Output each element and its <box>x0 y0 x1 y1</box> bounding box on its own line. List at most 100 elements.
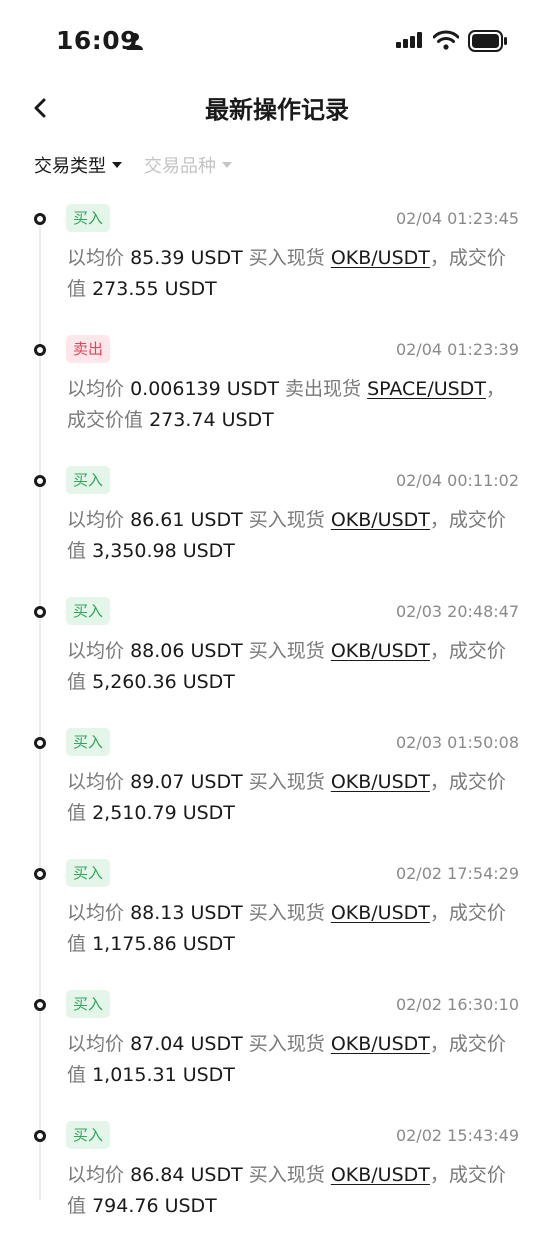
text-separator: ， <box>485 378 505 400</box>
list-item: 买入 02/02 15:43:49 以均价 86.84 USDT 买入现货 OK… <box>0 1117 554 1248</box>
text-prefix: 以均价 <box>67 378 125 400</box>
timeline-dot <box>34 606 46 618</box>
text-action: 买入现货 <box>248 1164 325 1186</box>
list-item: 卖出 02/04 01:23:39 以均价 0.006139 USDT 卖出现货… <box>0 331 554 462</box>
timestamp: 02/02 15:43:49 <box>395 1126 519 1145</box>
timeline-dot <box>34 999 46 1011</box>
timeline-dot <box>34 344 46 356</box>
list-item: 买入 02/02 16:30:10 以均价 87.04 USDT 买入现货 OK… <box>0 986 554 1117</box>
entry-description: 以均价 88.13 USDT 买入现货 OKB/USDT，成交价值 1,175.… <box>67 898 519 960</box>
type-badge: 卖出 <box>66 335 111 363</box>
signal-icon <box>396 32 424 52</box>
text-action: 买入现货 <box>248 509 325 531</box>
status-bar: 16:09 <box>0 0 554 84</box>
trade-value: 1,015.31 USDT <box>92 1064 235 1086</box>
pair-link[interactable]: OKB/USDT <box>331 1033 430 1055</box>
pair-link[interactable]: OKB/USDT <box>331 771 430 793</box>
avg-price: 0.006139 USDT <box>130 378 279 400</box>
text-action: 买入现货 <box>248 640 325 662</box>
entry-description: 以均价 87.04 USDT 买入现货 OKB/USDT，成交价值 1,015.… <box>67 1029 519 1091</box>
timeline-dot <box>34 213 46 225</box>
text-prefix: 以均价 <box>67 1164 125 1186</box>
text-separator: ， <box>429 902 449 924</box>
trade-value: 2,510.79 USDT <box>92 802 235 824</box>
filter-label: 交易品种 <box>144 156 216 177</box>
text-prefix: 以均价 <box>67 1033 125 1055</box>
text-prefix: 以均价 <box>67 902 125 924</box>
timeline-dot <box>34 868 46 880</box>
type-badge: 买入 <box>66 597 111 625</box>
pair-link[interactable]: OKB/USDT <box>331 509 430 531</box>
type-badge: 买入 <box>66 990 111 1018</box>
type-badge: 买入 <box>66 204 111 232</box>
trade-value: 273.74 USDT <box>149 409 274 431</box>
trade-value: 5,260.36 USDT <box>92 671 235 693</box>
text-separator: ， <box>429 509 449 531</box>
timestamp: 02/04 00:11:02 <box>395 471 519 490</box>
trade-value: 273.55 USDT <box>92 278 217 300</box>
entry-description: 以均价 86.84 USDT 买入现货 OKB/USDT，成交价值 794.76… <box>67 1160 519 1222</box>
pair-link[interactable]: SPACE/USDT <box>367 378 486 400</box>
caret-down-icon <box>112 162 122 168</box>
filter-instrument[interactable]: 交易品种 <box>144 152 232 178</box>
trade-value: 3,350.98 USDT <box>92 540 235 562</box>
text-prefix: 以均价 <box>67 640 125 662</box>
pair-link[interactable]: OKB/USDT <box>331 902 430 924</box>
list-item: 买入 02/03 20:48:47 以均价 88.06 USDT 买入现货 OK… <box>0 593 554 724</box>
entry-description: 以均价 89.07 USDT 买入现货 OKB/USDT，成交价值 2,510.… <box>67 767 519 829</box>
entry-description: 以均价 88.06 USDT 买入现货 OKB/USDT，成交价值 5,260.… <box>67 636 519 698</box>
avg-price: 88.06 USDT <box>130 640 243 662</box>
avg-price: 86.84 USDT <box>130 1164 243 1186</box>
list-item: 买入 02/02 17:54:29 以均价 88.13 USDT 买入现货 OK… <box>0 855 554 986</box>
page-title: 最新操作记录 <box>205 96 349 124</box>
text-action: 买入现货 <box>248 1033 325 1055</box>
avg-price: 88.13 USDT <box>130 902 243 924</box>
operation-list: 买入 02/04 01:23:45 以均价 85.39 USDT 买入现货 OK… <box>0 200 554 1248</box>
nav-bar: 最新操作记录 <box>0 84 554 130</box>
text-mid: 成交价值 <box>67 409 144 431</box>
avg-price: 89.07 USDT <box>130 771 243 793</box>
pair-link[interactable]: OKB/USDT <box>331 247 430 269</box>
type-badge: 买入 <box>66 1121 111 1149</box>
text-separator: ， <box>429 247 449 269</box>
text-action: 买入现货 <box>248 902 325 924</box>
pair-link[interactable]: OKB/USDT <box>331 640 430 662</box>
battery-icon <box>468 30 508 56</box>
timeline-dot <box>34 737 46 749</box>
entry-description: 以均价 0.006139 USDT 卖出现货 SPACE/USDT， 成交价值 2… <box>67 374 519 436</box>
text-prefix: 以均价 <box>67 247 125 269</box>
text-action: 买入现货 <box>248 247 325 269</box>
timestamp: 02/02 17:54:29 <box>395 864 519 883</box>
list-item: 买入 02/03 01:50:08 以均价 89.07 USDT 买入现货 OK… <box>0 724 554 855</box>
text-prefix: 以均价 <box>67 509 125 531</box>
timestamp: 02/02 16:30:10 <box>395 995 519 1014</box>
trade-value: 794.76 USDT <box>92 1195 217 1217</box>
timeline-dot <box>34 1130 46 1142</box>
avg-price: 87.04 USDT <box>130 1033 243 1055</box>
filter-bar: 交易类型 交易品种 <box>34 150 254 180</box>
avg-price: 86.61 USDT <box>130 509 243 531</box>
list-item: 买入 02/04 01:23:45 以均价 85.39 USDT 买入现货 OK… <box>0 200 554 331</box>
timestamp: 02/04 01:23:39 <box>395 340 519 359</box>
timeline-dot <box>34 475 46 487</box>
pair-link[interactable]: OKB/USDT <box>331 1164 430 1186</box>
type-badge: 买入 <box>66 728 111 756</box>
entry-description: 以均价 86.61 USDT 买入现货 OKB/USDT，成交价值 3,350.… <box>67 505 519 567</box>
entry-description: 以均价 85.39 USDT 买入现货 OKB/USDT，成交价值 273.55… <box>67 243 519 305</box>
person-icon <box>126 32 144 54</box>
type-badge: 买入 <box>66 859 111 887</box>
filter-trade-type[interactable]: 交易类型 <box>34 152 122 178</box>
timestamp: 02/03 01:50:08 <box>395 733 519 752</box>
text-separator: ， <box>429 640 449 662</box>
text-action: 买入现货 <box>248 771 325 793</box>
avg-price: 85.39 USDT <box>130 247 243 269</box>
text-prefix: 以均价 <box>67 771 125 793</box>
text-separator: ， <box>429 771 449 793</box>
type-badge: 买入 <box>66 466 111 494</box>
timestamp: 02/03 20:48:47 <box>395 602 519 621</box>
wifi-icon <box>432 30 460 54</box>
trade-value: 1,175.86 USDT <box>92 933 235 955</box>
caret-down-icon <box>222 162 232 168</box>
text-action: 卖出现货 <box>285 378 362 400</box>
list-item: 买入 02/04 00:11:02 以均价 86.61 USDT 买入现货 OK… <box>0 462 554 593</box>
